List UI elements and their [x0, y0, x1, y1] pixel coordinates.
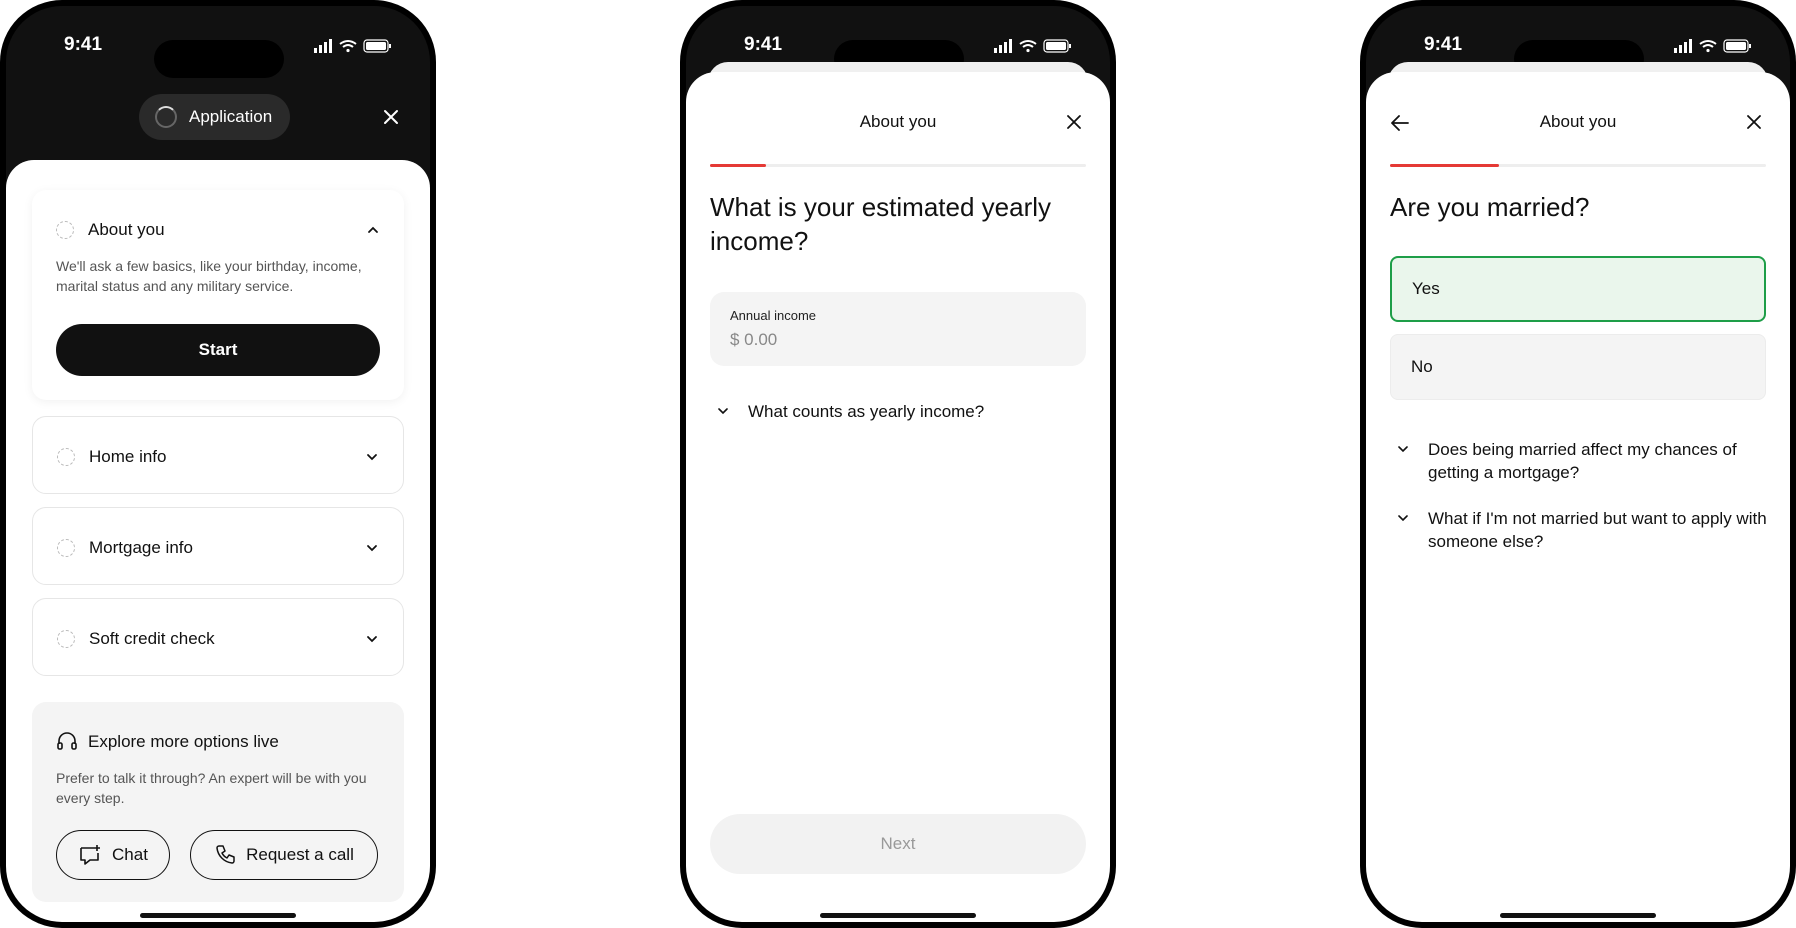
headset-icon [57, 732, 77, 750]
screen: 9:41 About you Are you married? Yes No D… [1366, 6, 1790, 922]
section-header[interactable]: Soft credit check [57, 627, 379, 651]
close-icon[interactable] [1066, 114, 1082, 130]
section-header[interactable]: Mortgage info [57, 536, 379, 560]
signal-icon [1674, 39, 1692, 53]
signal-icon [994, 39, 1012, 53]
section-mortgage-info[interactable]: Mortgage info [32, 507, 404, 585]
next-button[interactable]: Next [710, 814, 1086, 874]
phone-income: 9:41 About you What is your estimated ye… [680, 0, 1116, 928]
phone-icon [216, 845, 235, 864]
chat-button[interactable]: Chat [56, 830, 170, 880]
close-icon[interactable] [1746, 114, 1762, 130]
question-title: What is your estimated yearly income? [710, 192, 1052, 256]
chevron-down-icon[interactable] [365, 450, 379, 464]
phone-married: 9:41 About you Are you married? Yes No D… [1360, 0, 1796, 928]
status-time: 9:41 [64, 34, 103, 55]
faq-yearly-income[interactable]: What counts as yearly income? [710, 400, 1100, 423]
dynamic-island [154, 40, 284, 78]
status-bar: 9:41 [1366, 28, 1790, 78]
incomplete-status-icon [57, 539, 75, 557]
chevron-up-icon[interactable] [366, 223, 380, 237]
close-icon[interactable] [382, 108, 400, 126]
progress-bar [710, 164, 1086, 167]
status-icons [314, 39, 391, 53]
section-title: Soft credit check [89, 629, 215, 648]
wifi-icon [1019, 40, 1037, 53]
progress-fill [1390, 164, 1500, 167]
question-sheet: About you Are you married? Yes No Does b… [1366, 72, 1790, 922]
home-indicator [1500, 913, 1656, 918]
section-header[interactable]: About you [56, 218, 380, 242]
status-icons [1674, 39, 1751, 53]
option-yes[interactable]: Yes [1390, 256, 1766, 322]
section-header[interactable]: Home info [57, 445, 379, 469]
status-bar: 9:41 [686, 28, 1110, 78]
faq-label: What if I'm not married but want to appl… [1428, 509, 1767, 551]
faq-label: What counts as yearly income? [748, 402, 985, 421]
status-time: 9:41 [744, 34, 783, 55]
application-pill[interactable]: Application [139, 94, 291, 140]
annual-income-label: Annual income [730, 308, 816, 323]
request-call-label: Request a call [246, 845, 354, 864]
section-description: We'll ask a few basics, like your birthd… [56, 258, 362, 294]
section-home-info[interactable]: Home info [32, 416, 404, 494]
screen: 9:41 Application About you We'll ask a f… [6, 6, 430, 922]
battery-icon [1043, 39, 1071, 53]
section-title: Home info [89, 447, 167, 466]
incomplete-status-icon [56, 221, 74, 239]
faq-label: Does being married affect my chances of … [1428, 440, 1737, 482]
progress-bar [1390, 164, 1766, 167]
question-sheet: About you What is your estimated yearly … [686, 72, 1110, 922]
wifi-icon [339, 40, 357, 53]
status-icons [994, 39, 1071, 53]
chevron-down-icon [1398, 515, 1408, 522]
section-title: Mortgage info [89, 538, 193, 557]
chevron-down-icon [718, 408, 728, 415]
section-about-you[interactable]: About you We'll ask a few basics, like y… [32, 190, 404, 400]
sheet-title: About you [859, 112, 937, 131]
battery-icon [363, 39, 391, 53]
incomplete-status-icon [57, 630, 75, 648]
question-title: Are you married? [1390, 192, 1590, 222]
faq-married-chances[interactable]: Does being married affect my chances of … [1390, 438, 1780, 484]
annual-income-input[interactable]: $ 0.00 [730, 330, 777, 350]
section-soft-credit-check[interactable]: Soft credit check [32, 598, 404, 676]
live-help-box: Explore more options live Prefer to talk… [32, 702, 404, 902]
request-call-button[interactable]: Request a call [190, 830, 378, 880]
home-indicator [140, 913, 296, 918]
battery-icon [1723, 39, 1751, 53]
incomplete-status-icon [57, 448, 75, 466]
progress-fill [710, 164, 767, 167]
signal-icon [314, 39, 332, 53]
wifi-icon [1699, 40, 1717, 53]
status-bar: 9:41 [6, 28, 430, 78]
chat-icon [80, 845, 101, 865]
application-label: Application [189, 107, 273, 126]
screen: 9:41 About you What is your estimated ye… [686, 6, 1110, 922]
live-help-text: Prefer to talk it through? An expert wil… [56, 770, 367, 806]
chat-label: Chat [112, 845, 148, 864]
chevron-down-icon [1398, 446, 1408, 453]
phone-application: 9:41 Application About you We'll ask a f… [0, 0, 436, 928]
home-indicator [820, 913, 976, 918]
progress-spinner-icon [155, 106, 177, 128]
status-time: 9:41 [1424, 34, 1463, 55]
chevron-down-icon[interactable] [365, 632, 379, 646]
chevron-down-icon[interactable] [365, 541, 379, 555]
annual-income-field[interactable]: Annual income $ 0.00 [710, 292, 1086, 366]
live-help-title: Explore more options live [88, 732, 279, 751]
start-button[interactable]: Start [56, 324, 380, 376]
section-title: About you [88, 220, 165, 239]
option-no[interactable]: No [1390, 334, 1766, 400]
sheet-title: About you [1539, 112, 1617, 131]
application-sheet: About you We'll ask a few basics, like y… [6, 160, 430, 922]
live-help-header: Explore more options live [56, 732, 279, 752]
faq-apply-with-someone[interactable]: What if I'm not married but want to appl… [1390, 507, 1780, 553]
